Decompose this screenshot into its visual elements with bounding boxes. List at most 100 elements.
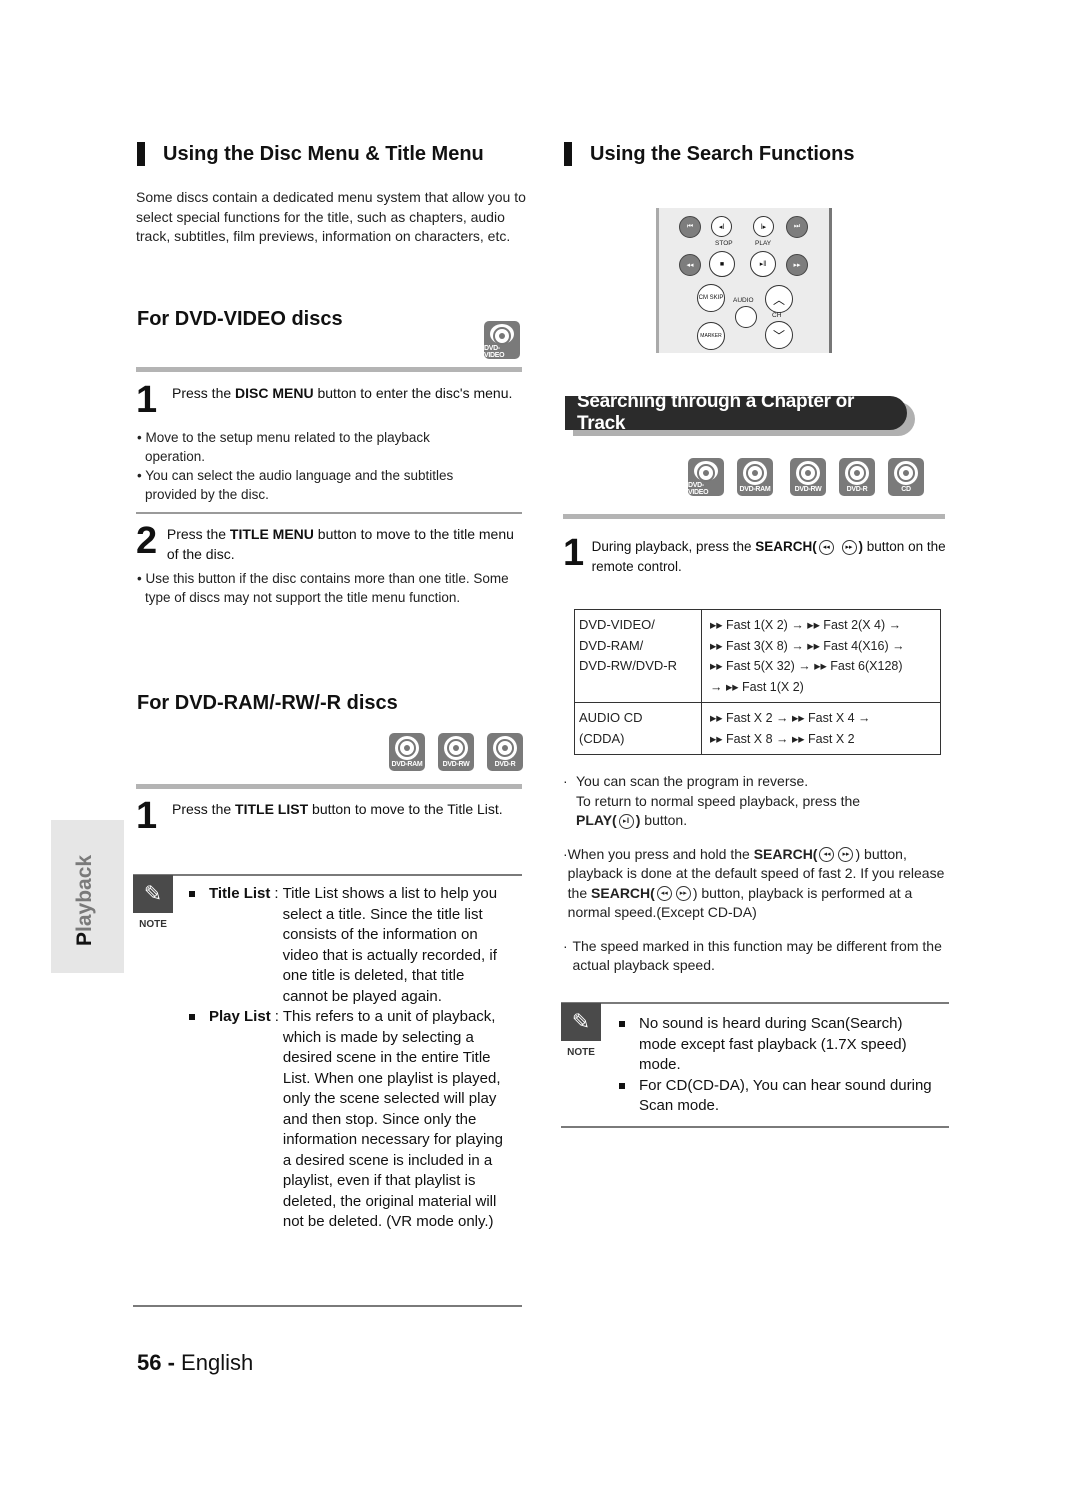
side-tab-initial: P xyxy=(73,931,96,946)
search-back-icon: ◂◂ xyxy=(819,847,835,863)
speed-line: ▸▸ Fast 1(X 2) → ▸▸ Fast 2(X 4) → xyxy=(710,618,902,632)
dvd-video-step-2: 2 Press the TITLE MENU button to move to… xyxy=(136,520,526,564)
disc-type-line: DVD-RW/DVD-R xyxy=(579,658,677,673)
heading-bar xyxy=(564,142,572,166)
dvd-ram-heading: For DVD-RAM/-RW/-R discs xyxy=(137,692,398,714)
skip-back-icon: ⏮ xyxy=(679,216,701,238)
disc-glyph xyxy=(490,324,514,345)
note-label: NOTE xyxy=(139,919,167,930)
search-section-title: Using the Search Functions xyxy=(564,142,854,166)
page-language: English xyxy=(181,1350,254,1375)
channel-down-icon: ﹀ xyxy=(765,321,793,349)
right-note-badge: ✎ NOTE xyxy=(561,1003,601,1058)
pencil-icon: ✎ xyxy=(133,875,173,913)
note-text: No sound is heard during Scan(Search) mo… xyxy=(639,1015,907,1073)
search-speed-table: DVD-VIDEO/ DVD-RAM/ DVD-RW/DVD-R ▸▸ Fast… xyxy=(574,609,941,755)
step-text: Press the DISC MENU button to enter the … xyxy=(172,382,512,418)
speed-line: ▸▸ Fast 3(X 8) → ▸▸ Fast 4(X16) → xyxy=(710,638,905,653)
disc-glyph xyxy=(694,461,718,482)
note-term: Title List xyxy=(209,885,271,902)
note-item-play-list: Play List: This refers to a unit of play… xyxy=(189,1007,519,1233)
disc-type-line: (CDDA) xyxy=(579,730,625,746)
note-item: No sound is heard during Scan(Search) mo… xyxy=(619,1014,944,1076)
disc-icon-label: DVD-RW xyxy=(794,486,822,493)
step-text: During playback, press the SEARCH(◂◂ ▸▸)… xyxy=(592,535,948,576)
disc-menu-title-text: Using the Disc Menu & Title Menu xyxy=(163,142,484,165)
colon: : xyxy=(274,1008,279,1025)
bullet-speed-note: · The speed marked in this function may … xyxy=(563,937,948,976)
search-forward-icon: ▸▸ xyxy=(838,847,854,863)
step-number: 1 xyxy=(136,379,158,421)
disc-icon-label: DVD-VIDEO xyxy=(688,482,709,496)
stop-icon: ■ xyxy=(709,251,735,277)
search-title-text: Using the Search Functions xyxy=(590,142,855,165)
channel-up-icon: ︿ xyxy=(765,285,793,313)
section-rule xyxy=(136,512,522,514)
marker-button: MARKER xyxy=(697,322,725,350)
page-footer: 56 - English xyxy=(137,1350,253,1376)
heading-bar xyxy=(137,142,145,166)
left-note-badge: ✎ NOTE xyxy=(133,875,173,930)
disc-type-cell: DVD-VIDEO/ DVD-RAM/ DVD-RW/DVD-R xyxy=(574,609,702,703)
bullet-body: You can scan the program in reverse. To … xyxy=(576,772,860,831)
search-disc-icons: DVD-VIDEO DVD-RAM DVD-RW DVD-R CD xyxy=(688,458,924,496)
note-top-rule xyxy=(133,874,522,876)
audio-button xyxy=(735,306,757,328)
step-text-post: button to move to the Title List. xyxy=(308,801,503,817)
section-rule xyxy=(563,514,945,519)
search-back-icon: ◂◂ xyxy=(679,254,701,276)
stop-label: STOP xyxy=(715,240,733,247)
dvd-r-disc-icon: DVD-R xyxy=(839,458,875,496)
disc-icon-label: DVD-R xyxy=(846,486,868,493)
page-sep: - xyxy=(161,1350,182,1375)
disc-type-line: DVD-RAM/ xyxy=(579,637,644,653)
step-text-pre: Press the xyxy=(172,801,236,817)
bullet-tail: button. xyxy=(640,812,688,828)
speed-line: ▸▸ Fast 5(X 32) → ▸▸ Fast 6(X128) xyxy=(710,659,903,673)
button-name: DISC MENU xyxy=(235,385,314,401)
note-bottom-rule xyxy=(133,1305,522,1307)
title-menu-bullet: • Use this button if the disc contains m… xyxy=(137,571,509,605)
play-button-name: PLAY( xyxy=(576,812,617,828)
remote-control-illustration: ⏮ ◂ǀ ǀ▸ ⏭ STOP PLAY ◂◂ ■ ▸ǁ ▸▸ CM SKIP A… xyxy=(656,208,832,353)
disc-icon-label: DVD-RAM xyxy=(739,486,771,493)
search-back-icon: ◂◂ xyxy=(656,886,672,902)
dvd-video-disc-icon: DVD-VIDEO xyxy=(688,458,724,496)
note-bottom-rule xyxy=(561,1126,949,1128)
dvd-video-step-1: 1 Press the DISC MENU button to enter th… xyxy=(136,379,526,421)
disc-type-line: AUDIO CD xyxy=(579,710,643,725)
button-name: TITLE LIST xyxy=(235,801,309,817)
bullet-item: • You can select the audio language and … xyxy=(137,468,454,502)
bullet-dot: · xyxy=(563,937,568,954)
disc-glyph xyxy=(894,461,918,485)
disc-glyph xyxy=(493,736,517,760)
search-step-1: 1 During playback, press the SEARCH(◂◂ ▸… xyxy=(563,534,948,576)
dvd-ram-step-1: 1 Press the TITLE LIST button to move to… xyxy=(136,797,526,835)
disc-type-cell: AUDIO CD (CDDA) xyxy=(574,702,702,755)
search-forward-icon: ▸▸ xyxy=(675,886,691,902)
speed-line: ▸▸ Fast X 2 → ▸▸ Fast X 4 → xyxy=(710,711,871,725)
disc-icon-label: DVD-R xyxy=(494,761,516,768)
note-desc: This refers to a unit of playback, which… xyxy=(282,1008,503,1230)
step-back-icon: ◂ǀ xyxy=(711,216,732,237)
search-bullets: · You can scan the program in reverse. T… xyxy=(563,772,948,976)
note-label: NOTE xyxy=(567,1047,595,1058)
table-row: AUDIO CD (CDDA) ▸▸ Fast X 2 → ▸▸ Fast X … xyxy=(574,702,941,755)
search-forward-icon: ▸▸ xyxy=(841,539,857,555)
disc-glyph xyxy=(444,736,468,760)
ch-label: CH xyxy=(772,312,782,319)
bullet-body: The speed marked in this function may be… xyxy=(572,937,942,974)
step-text-pre: Press the xyxy=(172,385,236,401)
note-text: For CD(CD-DA), You can hear sound during… xyxy=(639,1076,932,1115)
note-top-rule xyxy=(561,1002,949,1004)
step-number: 2 xyxy=(136,520,158,562)
speed-line: ▸▸ Fast X 8 → ▸▸ Fast X 2 xyxy=(710,731,855,746)
disc-glyph xyxy=(743,461,767,485)
disc-glyph xyxy=(845,461,869,485)
disc-icon-label: DVD-RW xyxy=(442,761,470,768)
bullet-line: You can scan the program in reverse. xyxy=(576,773,809,789)
bullet-line: To return to normal speed playback, pres… xyxy=(576,792,861,809)
search-back-icon: ◂◂ xyxy=(818,539,834,555)
skip-forward-icon: ⏭ xyxy=(786,216,808,238)
disc-menu-intro: Some discs contain a dedicated menu syst… xyxy=(136,189,526,244)
